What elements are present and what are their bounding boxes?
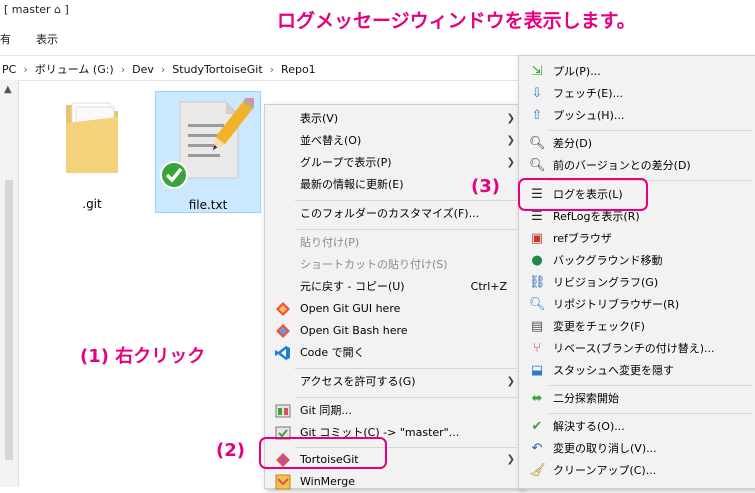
file-tile-git[interactable]: .git	[40, 91, 144, 211]
menu-item-winmerge[interactable]: WinMerge	[265, 471, 521, 493]
highlight-tortoisegit	[259, 437, 387, 469]
highlight-show-log	[518, 178, 648, 211]
git-sync-icon	[275, 404, 291, 418]
submenu-item-bisect[interactable]: ⬌ 二分探索開始	[519, 388, 755, 410]
diff-prev-icon: 🔍︎	[529, 158, 546, 173]
globe-icon: ●	[531, 253, 543, 268]
submenu-item-rebase[interactable]: ⑂ リベース(ブランチの付け替え)...	[519, 338, 755, 360]
file-tile-file-txt[interactable]: file.txt	[155, 91, 261, 213]
scroll-up-icon[interactable]: ▲	[4, 84, 12, 95]
file-label: file.txt	[188, 198, 228, 212]
menu-separator	[295, 200, 517, 201]
menu-separator	[549, 385, 752, 386]
tortoisegit-submenu: ⇲ プル(P)... ⇩ フェッチ(E)... ⇧ プッシュ(H)... 🔍︎ 差分(D…	[518, 55, 755, 489]
breadcrumb-item[interactable]: ボリューム (G:)	[35, 63, 114, 76]
git-diamond-icon	[276, 324, 290, 338]
breadcrumb: PC › ボリューム (G:) › Dev › StudyTortoiseGit › Repo1	[2, 61, 316, 77]
submenu-arrow-icon: ❯	[506, 376, 515, 387]
breadcrumb-separator-icon: ›	[120, 63, 126, 76]
menu-item-sort[interactable]: 並べ替え(O) ❯	[265, 130, 521, 152]
stash-icon: ⬓	[530, 363, 544, 378]
breadcrumb-item[interactable]: StudyTortoiseGit	[172, 63, 262, 76]
reflog-icon: ☰	[531, 209, 543, 224]
menu-item-view[interactable]: 表示(V) ❯	[265, 108, 521, 130]
submenu-item-stash[interactable]: ⬓ スタッシュへ変更を隠す	[519, 360, 755, 382]
bisect-icon: ⬌	[531, 391, 543, 406]
git-ok-overlay-icon	[160, 161, 188, 189]
submenu-item-revision-graph[interactable]: ⛓ リビジョングラフ(G)	[519, 272, 755, 294]
menu-item-group[interactable]: グループで表示(P) ❯	[265, 152, 521, 174]
menu-item-paste[interactable]: 貼り付け(P)	[265, 232, 521, 254]
menu-item-undo-copy[interactable]: 元に戻す - コピー(U) Ctrl+Z	[265, 276, 521, 298]
annotation-step3: (3)	[471, 176, 500, 197]
menu-item-git-bash[interactable]: Open Git Bash here	[265, 320, 521, 342]
navigation-pane[interactable]: ▲	[0, 80, 19, 487]
diff-icon: 🔍︎	[529, 136, 546, 151]
menu-separator	[549, 413, 752, 414]
rebase-icon: ⑂	[533, 341, 541, 356]
submenu-item-check-changes[interactable]: ▤ 変更をチェック(F)	[519, 316, 755, 338]
revision-graph-icon: ⛓	[529, 275, 546, 290]
breadcrumb-separator-icon: ›	[269, 63, 275, 76]
fetch-icon: ⇩	[531, 86, 543, 101]
shortcut-label: Ctrl+Z	[470, 280, 507, 293]
check-changes-icon: ▤	[530, 319, 544, 334]
submenu-arrow-icon: ❯	[506, 113, 515, 124]
file-label: .git	[82, 197, 102, 211]
push-icon: ⇧	[531, 108, 543, 123]
breadcrumb-separator-icon: ›	[160, 63, 166, 76]
ref-browser-icon: ▣	[530, 231, 544, 246]
submenu-item-diff-prev[interactable]: 🔍︎ 前のバージョンとの差分(D)	[519, 155, 755, 177]
window-title: [ master ⌂ ]	[4, 3, 69, 16]
pull-icon: ⇲	[531, 64, 543, 79]
submenu-arrow-icon: ❯	[506, 157, 515, 168]
ribbon-tab-view[interactable]: 表示	[36, 31, 58, 47]
menu-item-git-sync[interactable]: Git 同期...	[265, 400, 521, 422]
resolve-icon: ✔	[531, 419, 543, 434]
menu-item-grant-access[interactable]: アクセスを許可する(G) ❯	[265, 371, 521, 393]
menu-separator	[295, 368, 517, 369]
ribbon-tab-partial[interactable]: 有	[0, 31, 11, 47]
submenu-item-resolve[interactable]: ✔ 解決する(O)...	[519, 416, 755, 438]
winmerge-icon	[275, 474, 291, 490]
repo-browser-icon: 🔍︎	[529, 297, 546, 312]
submenu-item-fetch[interactable]: ⇩ フェッチ(E)...	[519, 83, 755, 105]
menu-item-open-code[interactable]: Code で開く	[265, 342, 521, 364]
breadcrumb-item[interactable]: PC	[2, 63, 16, 76]
git-diamond-icon	[276, 302, 290, 316]
menu-separator	[549, 130, 752, 131]
breadcrumb-item[interactable]: Repo1	[281, 63, 316, 76]
submenu-item-repo-browser[interactable]: 🔍︎ リポジトリブラウザー(R)	[519, 294, 755, 316]
scrollbar-thumb[interactable]	[5, 180, 13, 460]
submenu-item-ref-browser[interactable]: ▣ refブラウザ	[519, 228, 755, 250]
breadcrumb-separator-icon: ›	[23, 63, 28, 76]
menu-separator	[295, 397, 517, 398]
breadcrumb-item[interactable]: Dev	[132, 63, 154, 76]
submenu-arrow-icon: ❯	[506, 135, 515, 146]
submenu-item-daemon[interactable]: ● バックグラウンド移動	[519, 250, 755, 272]
annotation-step2: (2)	[216, 440, 245, 461]
folder-icon	[66, 102, 118, 173]
menu-item-git-gui[interactable]: Open Git GUI here	[265, 298, 521, 320]
submenu-item-cleanup[interactable]: 🧹︎ クリーンアップ(C)...	[519, 460, 755, 482]
annotation-step1: (1) 右クリック	[80, 346, 206, 367]
menu-separator	[295, 229, 517, 230]
submenu-item-pull[interactable]: ⇲ プル(P)...	[519, 61, 755, 83]
vscode-icon	[275, 346, 290, 360]
context-menu: 表示(V) ❯ 並べ替え(O) ❯ グループで表示(P) ❯ 最新の情報に更新(E) …	[264, 104, 522, 490]
submenu-arrow-icon: ❯	[506, 454, 515, 465]
cleanup-icon: 🧹︎	[529, 463, 546, 478]
menu-item-paste-shortcut[interactable]: ショートカットの貼り付け(S)	[265, 254, 521, 276]
submenu-item-push[interactable]: ⇧ プッシュ(H)...	[519, 105, 755, 127]
annotation-banner: ログメッセージウィンドウを表示します。	[277, 10, 636, 32]
submenu-item-diff[interactable]: 🔍︎ 差分(D)	[519, 133, 755, 155]
revert-icon: ↶	[531, 441, 543, 456]
menu-item-customize[interactable]: このフォルダーのカスタマイズ(F)...	[265, 203, 521, 225]
submenu-item-revert[interactable]: ↶ 変更の取り消し(V)...	[519, 438, 755, 460]
